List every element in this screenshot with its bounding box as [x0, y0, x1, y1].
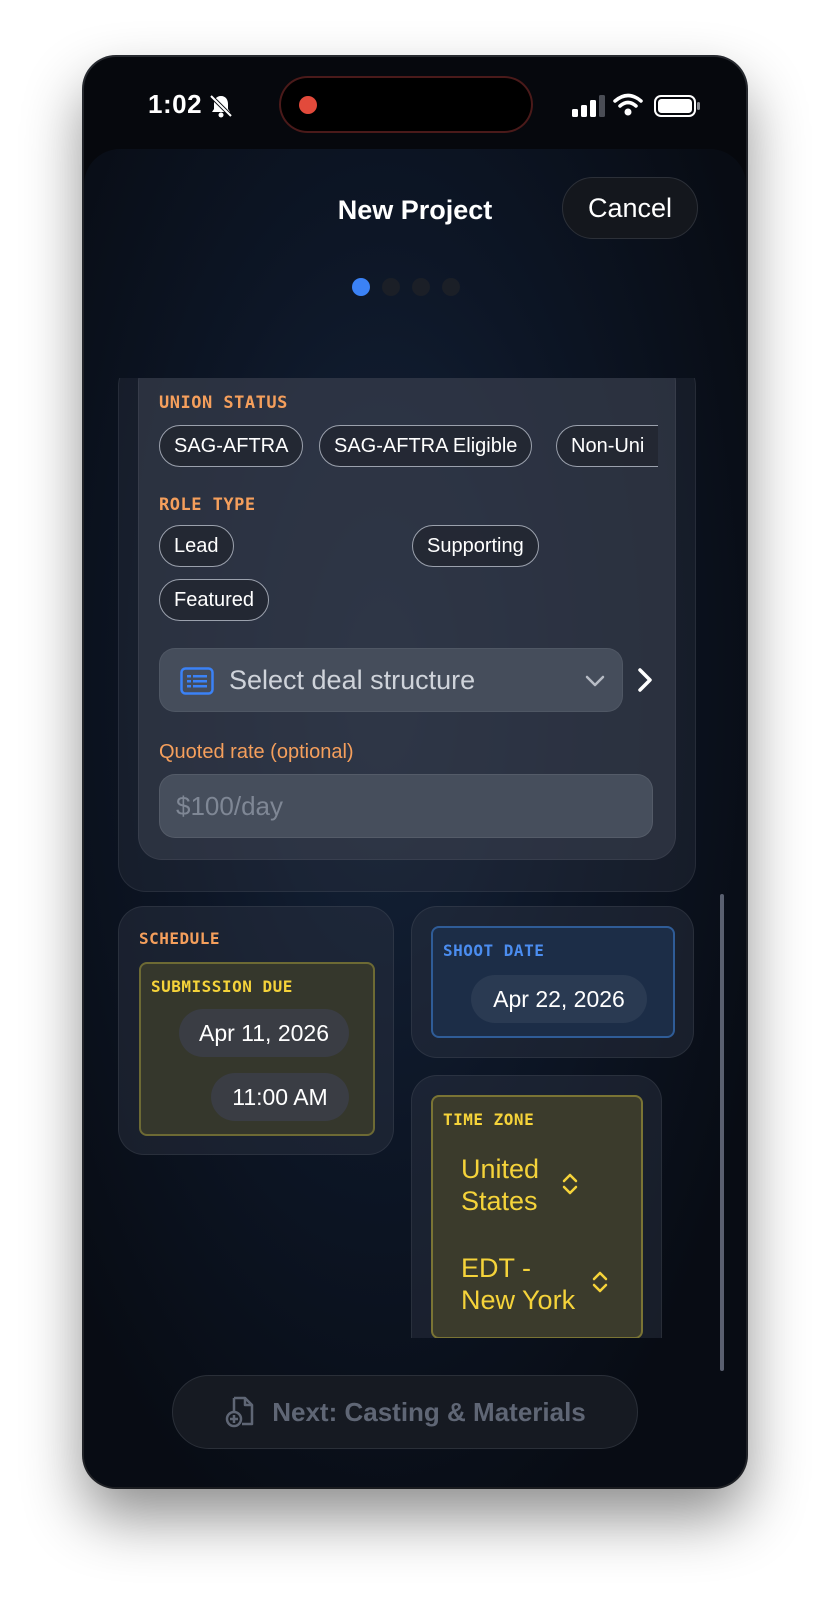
new-project-sheet: New Project Cancel UNION STATUS SAG-AFTR…	[84, 149, 746, 1487]
shoot-date-label: SHOOT DATE	[443, 941, 545, 960]
time-zone-panel: TIME ZONE United States EDT - New York	[411, 1075, 662, 1338]
status-time: 1:02	[148, 89, 203, 119]
schedule-panel: SCHEDULE SUBMISSION DUE Apr 11, 2026 11:…	[118, 906, 394, 1155]
next-casting-materials-button[interactable]: Next: Casting & Materials	[172, 1375, 638, 1449]
time-zone-label: TIME ZONE	[443, 1110, 535, 1129]
step-dot-2	[382, 278, 400, 296]
country-line-1: United	[461, 1154, 540, 1184]
chip-featured[interactable]: Featured	[159, 579, 270, 621]
vertical-scrollbar[interactable]	[720, 894, 724, 1371]
recording-indicator-icon	[299, 96, 317, 114]
chip-sag-aftra[interactable]: SAG-AFTRA	[159, 425, 304, 467]
form-scroll-area[interactable]: UNION STATUS SAG-AFTRA SAG-AFTRA Eligibl…	[84, 378, 746, 1338]
role-type-label: ROLE TYPE	[159, 495, 256, 515]
chip-supporting[interactable]: Supporting	[412, 525, 539, 567]
submission-due-label: SUBMISSION DUE	[151, 977, 293, 996]
country-line-2: States	[461, 1186, 538, 1216]
next-button-label: Next: Casting & Materials	[272, 1396, 586, 1427]
silent-bell-icon	[209, 94, 233, 118]
deal-structure-select[interactable]: Select deal structure	[159, 648, 623, 712]
quoted-rate-label: Quoted rate (optional)	[159, 741, 354, 763]
zone-updown-icon	[592, 1271, 608, 1293]
chip-lead[interactable]: Lead	[159, 525, 234, 567]
country-picker[interactable]: United States	[461, 1153, 539, 1217]
document-add-icon	[225, 1396, 254, 1428]
shoot-date-box: SHOOT DATE Apr 22, 2026	[431, 926, 675, 1038]
step-dot-1	[352, 278, 370, 296]
step-dot-3	[412, 278, 430, 296]
submission-time-picker[interactable]: 11:00 AM	[211, 1073, 349, 1121]
country-updown-icon	[562, 1173, 578, 1195]
time-zone-box: TIME ZONE United States EDT - New York	[431, 1095, 643, 1338]
cellular-signal-icon	[572, 95, 605, 117]
phone-frame: 1:02 New Project Cancel UNION STATUS SAG…	[84, 57, 746, 1487]
chevron-right-icon[interactable]	[636, 666, 654, 694]
list-document-icon	[180, 667, 214, 695]
zone-line-2: New York	[461, 1285, 576, 1315]
deal-structure-placeholder: Select deal structure	[229, 665, 476, 695]
chip-sag-aftra-eligible[interactable]: SAG-AFTRA Eligible	[319, 425, 533, 467]
submission-date-picker[interactable]: Apr 11, 2026	[179, 1009, 349, 1057]
dynamic-island	[279, 76, 533, 133]
status-bar: 1:02	[84, 57, 746, 157]
submission-due-box: SUBMISSION DUE Apr 11, 2026 11:00 AM	[139, 962, 375, 1136]
zone-line-1: EDT -	[461, 1253, 532, 1283]
zone-picker[interactable]: EDT - New York	[461, 1252, 575, 1316]
shoot-date-panel: SHOOT DATE Apr 22, 2026	[411, 906, 694, 1058]
shoot-date-picker[interactable]: Apr 22, 2026	[471, 975, 647, 1023]
chip-non-union[interactable]: Non-Uni	[556, 425, 659, 467]
quoted-rate-input[interactable]: $100/day	[159, 774, 653, 838]
wifi-icon	[613, 93, 643, 116]
chevron-down-icon	[585, 675, 605, 687]
step-dot-4	[442, 278, 460, 296]
battery-icon	[654, 95, 700, 117]
cancel-button[interactable]: Cancel	[562, 177, 698, 239]
schedule-label: SCHEDULE	[139, 929, 221, 948]
